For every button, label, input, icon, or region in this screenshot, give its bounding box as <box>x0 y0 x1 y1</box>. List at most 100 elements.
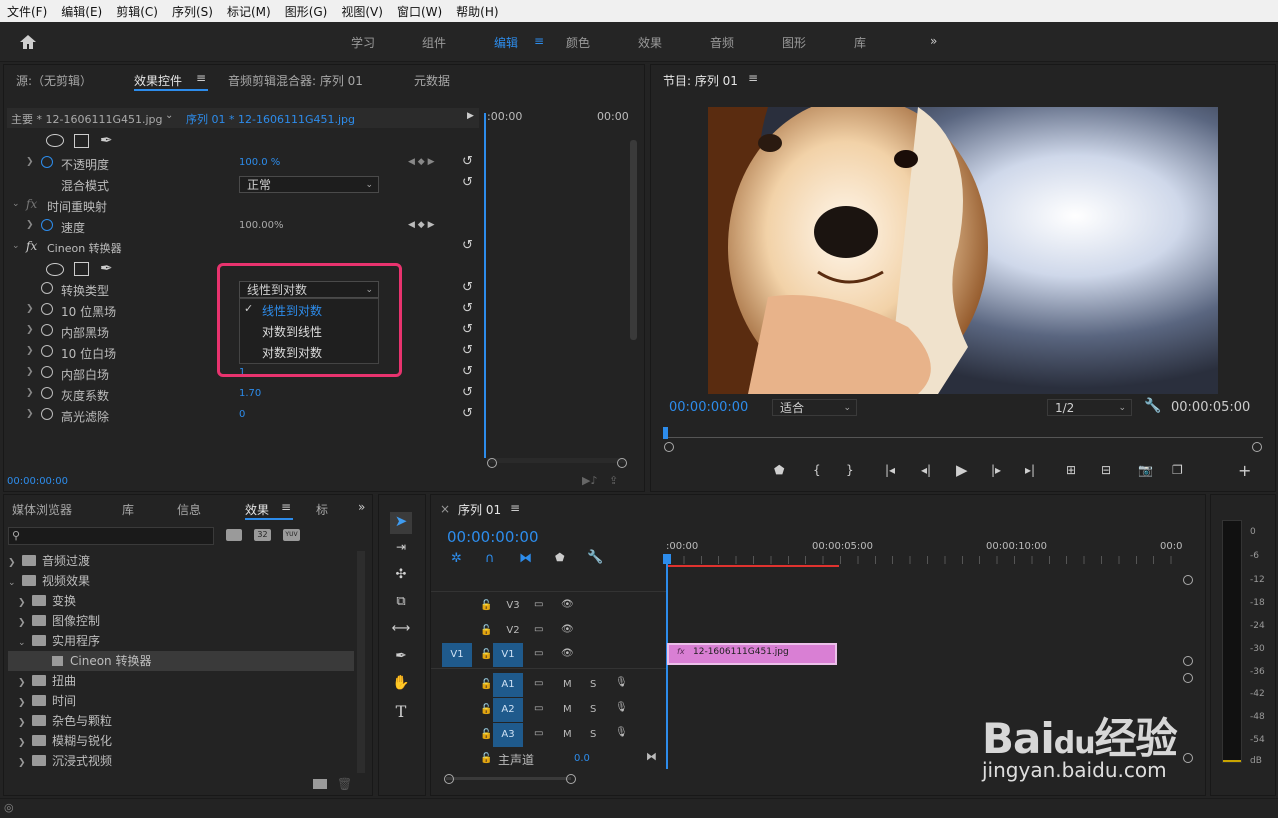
zoom-handle-left[interactable] <box>664 442 674 452</box>
fx-icon[interactable]: fx <box>26 239 37 253</box>
tab-info[interactable]: 信息 <box>177 501 201 518</box>
twirl-icon[interactable]: ❯ <box>18 713 32 733</box>
mic-icon[interactable]: 🎙 <box>615 702 628 713</box>
eye-icon[interactable]: 👁 <box>561 599 574 610</box>
keyframe-nav-icon[interactable]: ◀ ◆ ▶ <box>408 220 435 230</box>
twirl-icon[interactable]: ❯ <box>8 553 22 573</box>
ws-tab-effects[interactable]: 效果 <box>638 34 662 51</box>
sequence-clip-label[interactable]: 序列 01 * 12-1606111G451.jpg <box>186 111 355 127</box>
menu-file[interactable]: 文件(F) <box>0 3 54 20</box>
timeline-timecode[interactable]: 00:00:00:00 <box>447 528 539 546</box>
zoom-handle-right[interactable] <box>1252 442 1262 452</box>
wrench-icon[interactable]: 🔧 <box>1144 398 1161 414</box>
program-video-frame[interactable] <box>708 107 1218 394</box>
stopwatch-icon[interactable] <box>41 219 53 231</box>
play-only-icon[interactable]: ▶ <box>467 111 474 121</box>
lift-icon[interactable]: ⊞ <box>1066 463 1076 477</box>
solo-button[interactable]: S <box>590 679 596 690</box>
twirl-icon[interactable]: ❯ <box>26 367 34 377</box>
zoom-handle-left[interactable] <box>444 774 454 784</box>
ec-playhead[interactable] <box>484 113 486 458</box>
v-scroll-handle[interactable] <box>1183 673 1193 683</box>
lock-icon[interactable]: 🔓 <box>480 729 492 740</box>
panel-menu-icon[interactable]: ≡ <box>281 500 291 514</box>
effects-tree-item[interactable]: ❯ 沉浸式视频 <box>8 751 354 771</box>
snap-icon[interactable]: ∩ <box>485 551 495 566</box>
lock-icon[interactable]: 🔓 <box>480 679 492 690</box>
wrench-icon[interactable]: 🔧 <box>587 550 603 565</box>
sync-lock-icon[interactable]: ▭ <box>534 703 543 714</box>
opacity-value[interactable]: 100.0 % <box>239 157 280 168</box>
mic-icon[interactable]: 🎙 <box>615 727 628 738</box>
menu-window[interactable]: 窗口(W) <box>390 3 449 20</box>
twirl-open-icon[interactable]: ⌄ <box>12 241 20 251</box>
yuv-effects-icon[interactable]: YUV <box>283 529 300 541</box>
stopwatch-icon[interactable] <box>41 303 53 315</box>
extract-icon[interactable]: ⊟ <box>1101 463 1111 477</box>
tab-source[interactable]: 源:（无剪辑） <box>16 72 92 89</box>
solo-button[interactable]: S <box>590 704 596 715</box>
compare-icon[interactable]: ❐ <box>1172 463 1183 477</box>
lock-icon[interactable]: 🔓 <box>480 704 492 715</box>
twirl-icon[interactable]: ❯ <box>26 409 34 419</box>
twirl-open-icon[interactable]: ⌄ <box>12 199 20 209</box>
twirl-icon[interactable]: ❯ <box>18 693 32 713</box>
sync-lock-icon[interactable]: ▭ <box>534 648 543 659</box>
new-bin-icon[interactable] <box>313 779 327 789</box>
effects-tree-item[interactable]: ❯ 扭曲 <box>8 671 354 691</box>
twirl-icon[interactable]: ❯ <box>26 157 34 167</box>
timeline-ruler[interactable] <box>666 556 1181 564</box>
ellipse-mask-icon[interactable] <box>46 134 64 147</box>
ws-menu-icon[interactable]: ≡ <box>534 34 544 48</box>
panel-menu-icon[interactable]: ≡ <box>510 501 520 515</box>
ec-timecode[interactable]: 00:00:00:00 <box>7 476 68 487</box>
stopwatch-icon[interactable] <box>41 408 53 420</box>
twirl-icon[interactable]: ❯ <box>18 593 32 613</box>
home-icon[interactable] <box>19 34 37 50</box>
source-patch-v1[interactable]: V1 <box>442 643 472 667</box>
hand-tool-icon[interactable]: ✋ <box>390 675 412 697</box>
effects-tree-item[interactable]: ❯ 时间 <box>8 691 354 711</box>
delete-icon[interactable]: 🗑 <box>337 777 352 791</box>
close-icon[interactable]: × <box>440 502 450 516</box>
twirl-icon[interactable]: ❯ <box>18 613 32 633</box>
effects-tree-item[interactable]: ❯ 变换 <box>8 591 354 611</box>
stopwatch-icon[interactable] <box>41 345 53 357</box>
ws-tab-audio[interactable]: 音频 <box>710 34 734 51</box>
twirl-icon[interactable]: ❯ <box>18 733 32 753</box>
resolution-select[interactable]: 1/2 ⌄ <box>1047 399 1132 416</box>
rectangle-mask-icon[interactable] <box>74 134 89 148</box>
razor-tool-icon[interactable]: ⧉ <box>390 594 412 616</box>
v-scroll-handle[interactable] <box>1183 575 1193 585</box>
video-clip[interactable]: fx 12-1606111G451.jpg <box>667 643 837 665</box>
twirl-icon[interactable]: ❯ <box>26 304 34 314</box>
effects-tree-item[interactable]: Cineon 转换器 <box>8 651 354 671</box>
panel-menu-icon[interactable]: ≡ <box>748 71 758 85</box>
mute-button[interactable]: M <box>563 679 572 690</box>
ellipse-mask-icon[interactable] <box>46 263 64 276</box>
twirl-icon[interactable]: ❯ <box>26 388 34 398</box>
effects-tree-item[interactable]: ❯ 图像控制 <box>8 611 354 631</box>
menu-edit[interactable]: 编辑(E) <box>54 3 109 20</box>
eye-icon[interactable]: 👁 <box>561 624 574 635</box>
export-icon[interactable]: ⇪ <box>609 474 618 487</box>
twirl-icon[interactable]: ❯ <box>26 346 34 356</box>
zoom-handle-right[interactable] <box>566 774 576 784</box>
effects-tree-item[interactable]: ❯ 模糊与锐化 <box>8 731 354 751</box>
tab-effects[interactable]: 效果 <box>245 501 269 518</box>
go-to-edit-icon[interactable]: ⧓ <box>646 750 657 763</box>
twirl-open-icon[interactable]: ⌄ <box>18 633 32 653</box>
param-value[interactable]: 1.70 <box>239 388 261 399</box>
program-timecode[interactable]: 00:00:00:00 <box>669 400 748 415</box>
lock-icon[interactable]: 🔓 <box>480 600 492 611</box>
program-playhead[interactable] <box>663 427 668 439</box>
tab-effect-controls[interactable]: 效果控件 <box>134 72 182 89</box>
ripple-edit-tool-icon[interactable]: ✣ <box>390 567 412 589</box>
stopwatch-icon[interactable] <box>41 366 53 378</box>
mark-in-icon[interactable]: { <box>813 463 821 477</box>
panel-menu-icon[interactable]: ≡ <box>196 71 206 85</box>
status-icon[interactable]: ◎ <box>4 801 14 814</box>
ws-tab-color[interactable]: 颜色 <box>566 34 590 51</box>
program-title[interactable]: 节目: 序列 01 <box>663 72 738 89</box>
playhead-handle[interactable] <box>663 554 671 564</box>
